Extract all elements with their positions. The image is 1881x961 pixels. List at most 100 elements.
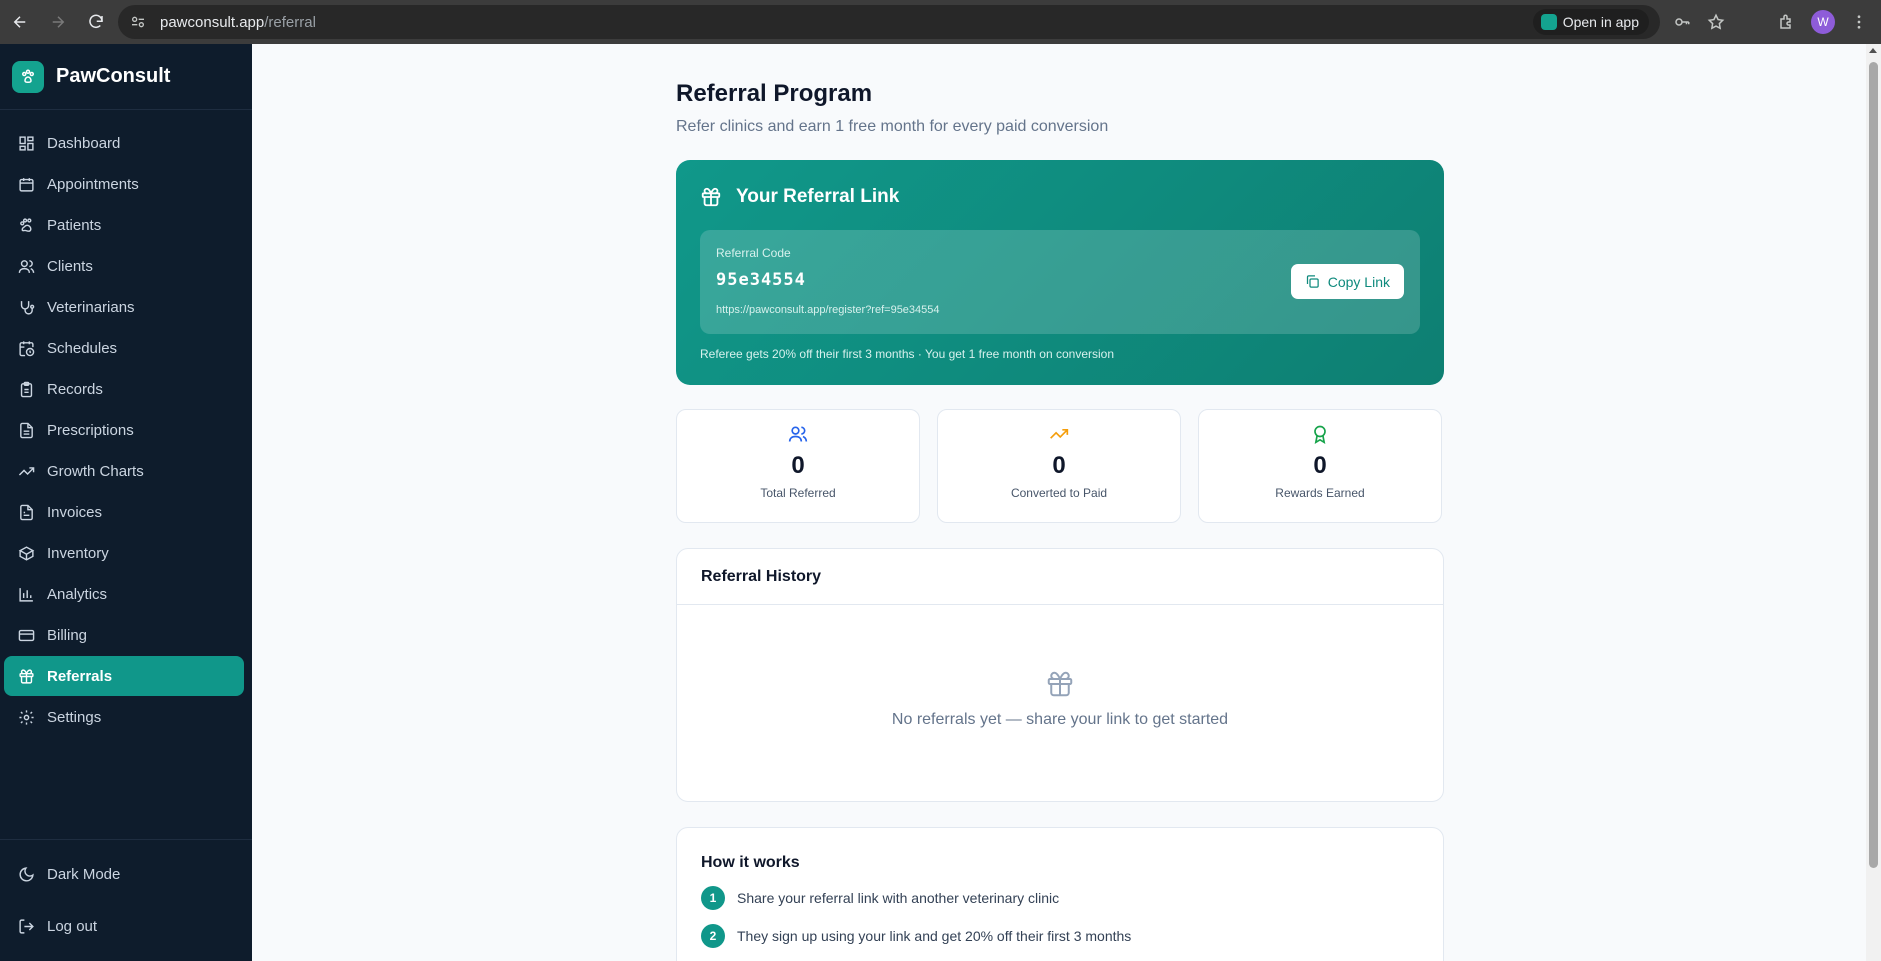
package-icon bbox=[18, 545, 35, 561]
empty-state: No referrals yet — share your link to ge… bbox=[677, 605, 1443, 729]
copy-link-label: Copy Link bbox=[1327, 273, 1390, 290]
omnibox-actions bbox=[1668, 8, 1730, 36]
profile-avatar[interactable]: W bbox=[1811, 10, 1835, 34]
stat-label: Converted to Paid bbox=[1010, 486, 1108, 500]
site-info-icon[interactable] bbox=[130, 14, 146, 30]
sidebar-item-label: Appointments bbox=[47, 175, 139, 193]
step-number: 2 bbox=[701, 924, 725, 948]
bar-chart-icon bbox=[19, 587, 33, 602]
page-title: Referral Program bbox=[676, 80, 873, 107]
gift-icon bbox=[1047, 671, 1073, 697]
referral-code-label: Referral Code bbox=[716, 246, 791, 260]
copy-icon bbox=[1306, 275, 1319, 288]
bookmark-star-icon[interactable] bbox=[1702, 8, 1730, 36]
main-content: Referral Program Refer clinics and earn … bbox=[676, 44, 1444, 961]
dark-mode-label: Dark Mode bbox=[47, 865, 121, 883]
sidebar-item-prescriptions[interactable]: Prescriptions bbox=[4, 410, 244, 450]
award-icon bbox=[1314, 425, 1326, 444]
stethoscope-icon bbox=[20, 300, 35, 315]
sidebar-item-label: Invoices bbox=[47, 503, 103, 521]
sidebar-item-inventory[interactable]: Inventory bbox=[4, 533, 244, 573]
stat-converted-to-paid: 0 Converted to Paid bbox=[937, 409, 1181, 523]
stat-value: 0 bbox=[791, 452, 805, 479]
brand[interactable]: PawConsult bbox=[0, 44, 252, 110]
app-badge-icon bbox=[1540, 14, 1557, 30]
sidebar-item-label: Billing bbox=[47, 626, 88, 644]
sidebar-item-patients[interactable]: Patients bbox=[4, 205, 244, 245]
trending-up-icon bbox=[18, 466, 35, 476]
how-it-works-title: How it works bbox=[701, 854, 800, 871]
stat-label: Rewards Earned bbox=[1275, 486, 1365, 500]
sidebar-item-label: Records bbox=[47, 380, 103, 398]
sidebar-item-clients[interactable]: Clients bbox=[4, 246, 244, 286]
users-icon bbox=[788, 426, 808, 442]
referral-stats: 0 Total Referred 0 Converted to Paid 0 R… bbox=[676, 409, 1444, 523]
extensions-icon[interactable] bbox=[1773, 8, 1801, 36]
trending-up-icon bbox=[1050, 429, 1069, 439]
how-it-works-step: 2 They sign up using your link and get 2… bbox=[677, 924, 1443, 948]
step-number: 1 bbox=[701, 886, 725, 910]
password-key-icon[interactable] bbox=[1668, 8, 1696, 36]
sidebar: PawConsult Dashboard Appointments Patien… bbox=[0, 44, 252, 961]
sidebar-item-label: Referrals bbox=[47, 667, 113, 685]
browser-toolbar: pawconsult.app/referral Open in app W bbox=[0, 0, 1881, 44]
scroll-up-arrow-icon[interactable] bbox=[1869, 48, 1877, 53]
sidebar-item-dashboard[interactable]: Dashboard bbox=[4, 123, 244, 163]
stat-rewards-earned: 0 Rewards Earned bbox=[1198, 409, 1442, 523]
clipboard-icon bbox=[20, 381, 33, 397]
receipt-icon bbox=[20, 504, 33, 520]
logout-icon bbox=[19, 918, 34, 934]
paw-logo-icon bbox=[12, 60, 44, 93]
empty-state-text: No referrals yet — share your link to ge… bbox=[891, 711, 1229, 728]
reload-icon[interactable] bbox=[78, 4, 114, 40]
how-it-works-step: 1 Share your referral link with another … bbox=[677, 886, 1443, 910]
calendar-icon bbox=[19, 177, 34, 192]
gift-icon bbox=[19, 668, 34, 684]
users-icon bbox=[18, 259, 35, 273]
brand-name: PawConsult bbox=[56, 65, 171, 87]
sidebar-item-growth-charts[interactable]: Growth Charts bbox=[4, 451, 244, 491]
sidebar-item-records[interactable]: Records bbox=[4, 369, 244, 409]
copy-link-button[interactable]: Copy Link bbox=[1290, 264, 1404, 299]
address-bar[interactable]: pawconsult.app/referral Open in app bbox=[118, 5, 1660, 39]
sidebar-footer: Dark Mode Log out bbox=[0, 839, 252, 961]
sidebar-item-label: Clients bbox=[47, 257, 93, 275]
sidebar-item-settings[interactable]: Settings bbox=[4, 697, 244, 737]
sidebar-item-referrals[interactable]: Referrals bbox=[4, 656, 244, 696]
browser-right-icons: W bbox=[1773, 8, 1873, 36]
referral-card-title: Your Referral Link bbox=[736, 186, 900, 207]
step-text: They sign up using your link and get 20%… bbox=[737, 928, 1132, 944]
forward-icon[interactable] bbox=[40, 4, 76, 40]
page-subtitle: Refer clinics and earn 1 free month for … bbox=[676, 118, 1109, 135]
referral-link-card: Your Referral Link Referral Code 95e3455… bbox=[676, 160, 1444, 385]
calendar-clock-icon bbox=[19, 340, 35, 356]
referral-card-header: Your Referral Link bbox=[700, 186, 1420, 208]
sidebar-item-label: Inventory bbox=[47, 544, 109, 562]
stat-value: 0 bbox=[1313, 452, 1327, 479]
sidebar-item-schedules[interactable]: Schedules bbox=[4, 328, 244, 368]
sidebar-item-appointments[interactable]: Appointments bbox=[4, 164, 244, 204]
stat-value: 0 bbox=[1052, 452, 1066, 479]
sidebar-item-label: Dashboard bbox=[47, 134, 121, 152]
sidebar-item-label: Patients bbox=[47, 216, 102, 234]
sidebar-item-veterinarians[interactable]: Veterinarians bbox=[4, 287, 244, 327]
sidebar-item-billing[interactable]: Billing bbox=[4, 615, 244, 655]
url-path: /referral bbox=[264, 13, 316, 31]
paw-icon bbox=[20, 217, 32, 232]
dark-mode-toggle[interactable]: Dark Mode bbox=[4, 851, 244, 897]
more-menu-icon[interactable] bbox=[1845, 8, 1873, 36]
moon-icon bbox=[19, 866, 34, 881]
page-scrollbar[interactable] bbox=[1866, 44, 1881, 961]
referral-history-title: Referral History bbox=[677, 549, 1443, 605]
logout-label: Log out bbox=[47, 917, 98, 935]
scroll-thumb[interactable] bbox=[1869, 62, 1878, 868]
sidebar-item-invoices[interactable]: Invoices bbox=[4, 492, 244, 532]
referral-url: https://pawconsult.app/register?ref=95e3… bbox=[716, 304, 940, 316]
file-text-icon bbox=[20, 422, 33, 438]
sidebar-item-label: Schedules bbox=[47, 339, 118, 357]
back-icon[interactable] bbox=[2, 4, 38, 40]
sidebar-item-analytics[interactable]: Analytics bbox=[4, 574, 244, 614]
open-in-app-button[interactable]: Open in app bbox=[1532, 9, 1649, 35]
logout-button[interactable]: Log out bbox=[4, 903, 244, 949]
referral-terms-note: Referee gets 20% off their first 3 month… bbox=[700, 347, 1115, 361]
